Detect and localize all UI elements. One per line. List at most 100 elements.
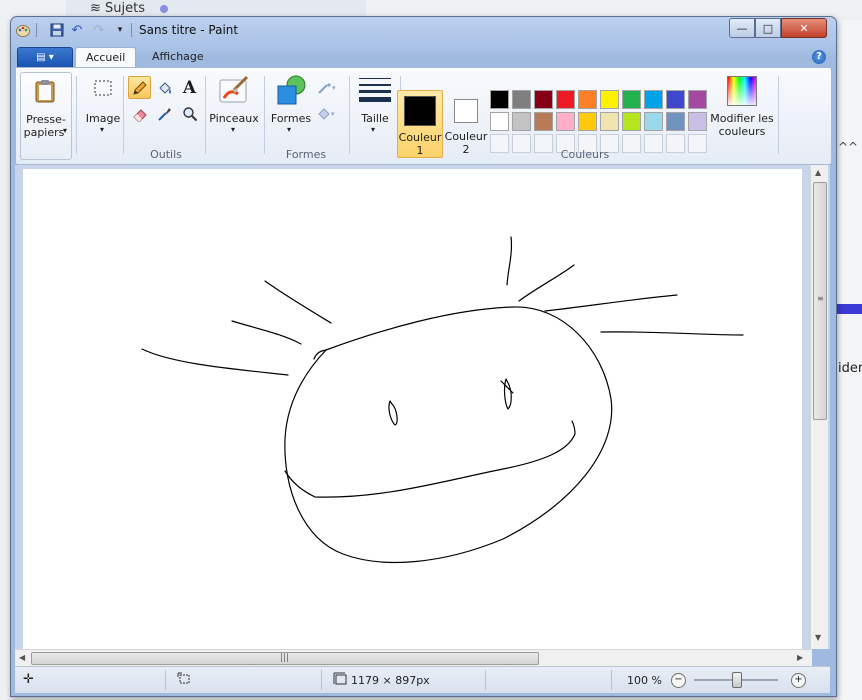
edit-colors-line2: couleurs [718,125,766,138]
palette-swatch[interactable] [534,90,553,109]
fill-icon[interactable]: ▾ [314,102,340,125]
scroll-left-icon[interactable]: ◀ [19,653,25,662]
palette-swatch[interactable] [666,112,685,131]
selection-size-icon [177,672,191,689]
color-picker-icon[interactable] [153,102,176,125]
brushes-button[interactable]: Pinceaux ▾ [208,72,260,158]
customize-quick-access-icon[interactable]: ▾ [112,22,128,38]
clipboard-icon [34,79,56,106]
color2-swatch [454,99,478,123]
paint-window: ↶ ↷ ▾ Sans titre - Paint — □ ✕ ▤ ▾ Accue… [10,16,837,697]
rainbow-icon [727,76,757,106]
vertical-scroll-thumb[interactable]: ≡ [813,182,827,420]
palette-swatch[interactable] [600,112,619,131]
canvas-workspace: ▲ ≡ ▼ [15,165,830,649]
title-bar[interactable]: ↶ ↷ ▾ Sans titre - Paint — □ ✕ [11,17,836,43]
color1-swatch [404,96,436,126]
text-icon[interactable]: A [178,76,201,99]
scroll-up-icon[interactable]: ▲ [815,168,821,177]
chevron-down-icon: ▾ [100,125,105,134]
status-separator [321,670,322,690]
tools-group-label: Outils [150,148,182,161]
undo-icon[interactable]: ↶ [69,22,85,38]
save-icon[interactable] [49,22,65,38]
clipboard-label-line1: Presse- [26,113,66,126]
palette-swatch[interactable] [512,112,531,131]
chevron-down-icon: ▾ [287,125,292,134]
redo-icon[interactable]: ↷ [91,22,107,38]
eraser-icon[interactable] [128,102,151,125]
background-side-text: ider [838,361,862,376]
background-sujets-label: ≋ Sujets [90,1,146,16]
palette-swatch[interactable] [578,112,597,131]
tab-accueil[interactable]: Accueil [75,47,137,68]
pencil-icon[interactable] [128,76,151,99]
palette-swatch[interactable] [490,90,509,109]
group-separator [205,76,206,154]
zoom-out-button[interactable]: − [671,673,686,688]
background-blue-bar [836,304,862,314]
palette-swatch[interactable] [556,112,575,131]
background-dot [160,5,168,13]
palette-swatch[interactable] [622,90,641,109]
image-button[interactable]: Image ▾ [78,72,128,158]
smiley-drawing [141,236,744,564]
clipboard-button[interactable]: Presse- papiers ▾ [20,72,72,160]
palette-swatch[interactable] [644,112,663,131]
zoom-slider-thumb[interactable] [732,672,742,688]
color2-button[interactable]: Couleur 2 [444,90,488,156]
palette-swatch[interactable] [512,90,531,109]
shapes-label: Formes [270,112,312,125]
edit-colors-button[interactable]: Modifier les couleurs [710,72,774,158]
tab-affichage[interactable]: Affichage [142,47,214,67]
shapes-group-label: Formes [285,148,327,161]
scroll-right-icon[interactable]: ▶ [797,653,803,662]
palette-swatch[interactable] [490,112,509,131]
magnifier-icon[interactable] [178,102,201,125]
background-sujets-text: Sujets [105,1,146,16]
paint-menu-icon: ▤ ▾ [36,52,54,63]
ribbon-home: Presse- papiers ▾ Image ▾ A Outils Pince… [15,67,832,165]
ribbon-tab-bar: ▤ ▾ Accueil Affichage ? [15,45,830,68]
chevron-down-icon: ▾ [63,126,68,135]
palette-swatch[interactable] [688,90,707,109]
status-bar: ✛ 1179 × 897px 100 % − + [15,666,830,693]
vertical-scrollbar[interactable]: ▲ ≡ ▼ [810,165,828,649]
app-menu-button[interactable]: ▤ ▾ [17,47,73,68]
horizontal-scrollbar[interactable]: ◀ ||| ▶ [15,649,812,666]
palette-swatch[interactable] [600,90,619,109]
maximize-button[interactable]: □ [755,18,781,38]
palette-swatch[interactable] [578,90,597,109]
scroll-down-icon[interactable]: ▼ [815,633,821,642]
palette-swatch[interactable] [534,112,553,131]
help-icon[interactable]: ? [812,50,826,64]
background-right-panel [836,20,862,700]
color1-label-line1: Couleur [398,131,442,144]
shapes-icon [276,74,306,109]
zoom-level: 100 % [627,674,662,687]
palette-swatch[interactable] [556,90,575,109]
group-separator [264,76,265,154]
palette-swatch[interactable] [688,112,707,131]
paint-app-icon[interactable] [15,22,31,38]
fill-bucket-icon[interactable] [153,76,176,99]
drawing-canvas[interactable] [23,169,802,649]
zoom-in-button[interactable]: + [791,673,806,688]
group-separator [123,76,124,154]
shapes-button[interactable]: Formes ▾ [266,72,314,158]
palette-swatch[interactable] [644,90,663,109]
select-icon [90,76,116,102]
outline-icon[interactable]: ▾ [314,76,340,99]
size-button[interactable]: Taille ▾ [352,72,398,158]
palette-swatch[interactable] [622,112,641,131]
close-button[interactable]: ✕ [781,18,827,38]
size-label: Taille [361,112,389,125]
quick-access-separator [131,23,132,37]
edit-colors-line1: Modifier les [710,112,774,125]
minimize-button[interactable]: — [729,18,755,38]
palette-swatch[interactable] [666,90,685,109]
horizontal-scroll-thumb[interactable]: ||| [31,652,539,665]
quick-access-separator [36,23,37,37]
window-title: Sans titre - Paint [139,23,239,37]
status-separator [165,670,166,690]
